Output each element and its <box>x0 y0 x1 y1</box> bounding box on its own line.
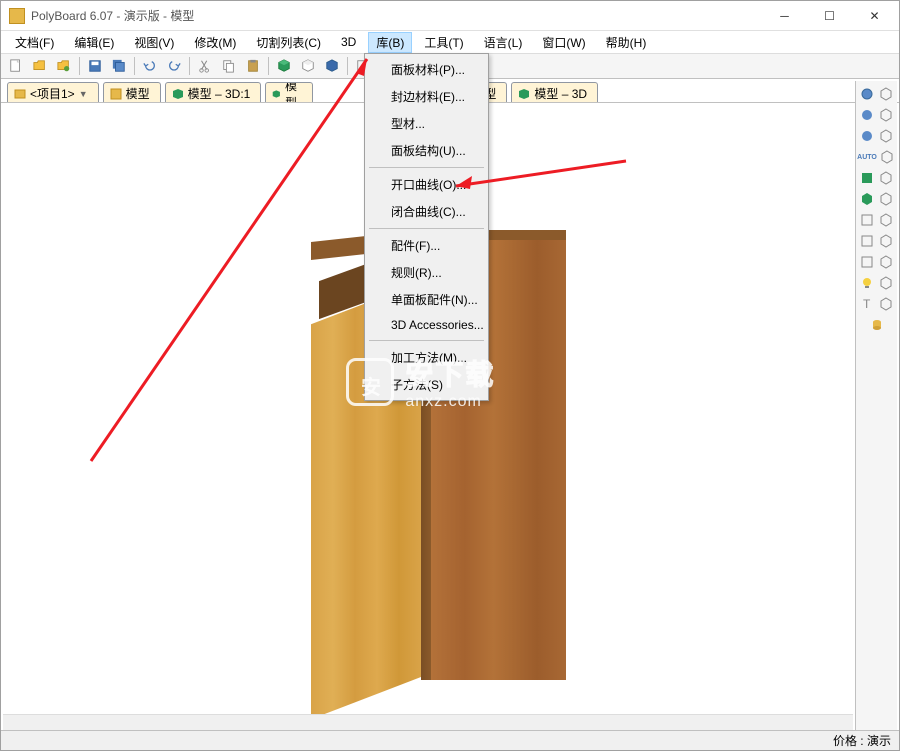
dd-fitting[interactable]: 配件(F)... <box>367 232 486 259</box>
dd-closed-curve[interactable]: 闭合曲线(C)... <box>367 198 486 225</box>
right-toolbar: AUTO T <box>855 81 897 730</box>
separator <box>189 57 190 75</box>
menu-edit[interactable]: 编辑(E) <box>66 32 122 53</box>
menu-cutlist[interactable]: 切割列表(C) <box>248 32 329 53</box>
dd-panel-material[interactable]: 面板材料(P)... <box>367 56 486 83</box>
rt-box2-icon[interactable] <box>858 232 876 250</box>
menu-tools[interactable]: 工具(T) <box>416 32 471 53</box>
dd-panel-structure[interactable]: 面板结构(U)... <box>367 137 486 164</box>
separator <box>79 57 80 75</box>
price-label: 价格 : <box>833 734 864 748</box>
cube-icon <box>518 88 530 100</box>
titlebar: PolyBoard 6.07 - 演示版 - 模型 ─ ☐ ✕ <box>1 1 899 31</box>
rt-bulb-icon[interactable] <box>858 274 876 292</box>
close-button[interactable]: ✕ <box>852 1 897 30</box>
rt-wire1-icon[interactable] <box>878 169 896 187</box>
new-button[interactable] <box>5 55 27 77</box>
menu-view[interactable]: 视图(V) <box>126 32 182 53</box>
cut-button[interactable] <box>194 55 216 77</box>
paste-button[interactable] <box>242 55 264 77</box>
copy-button[interactable] <box>218 55 240 77</box>
cube-blue-button[interactable] <box>321 55 343 77</box>
menu-window[interactable]: 窗口(W) <box>534 32 593 53</box>
redo-button[interactable] <box>163 55 185 77</box>
model-icon <box>110 88 122 100</box>
dd-single-panel[interactable]: 单面板配件(N)... <box>367 286 486 313</box>
status-price: 价格 : 演示 <box>833 732 891 749</box>
menu-file[interactable]: 文档(F) <box>7 32 62 53</box>
separator <box>369 167 484 168</box>
rt-cylinder-icon[interactable] <box>868 316 886 334</box>
menu-language[interactable]: 语言(L) <box>476 32 531 53</box>
menu-modify[interactable]: 修改(M) <box>186 32 244 53</box>
tab-project[interactable]: <项目1> ▼ <box>7 82 99 102</box>
statusbar: 价格 : 演示 <box>1 730 899 750</box>
save-button[interactable] <box>84 55 106 77</box>
rt-cube-icon[interactable] <box>878 85 896 103</box>
rt-cube3-icon[interactable] <box>878 127 896 145</box>
price-value: 演示 <box>867 734 891 748</box>
window-title: PolyBoard 6.07 - 演示版 - 模型 <box>31 7 762 24</box>
separator <box>347 57 348 75</box>
separator <box>369 340 484 341</box>
open-button[interactable] <box>29 55 51 77</box>
rt-wire7-icon[interactable] <box>878 295 896 313</box>
rt-cube2-icon[interactable] <box>878 106 896 124</box>
maximize-button[interactable]: ☐ <box>807 1 852 30</box>
tab-model-3d[interactable]: 模型 – 3D <box>511 82 598 102</box>
project-icon <box>14 88 26 100</box>
save-all-button[interactable] <box>108 55 130 77</box>
dd-rule[interactable]: 规则(R)... <box>367 259 486 286</box>
rt-wire5-icon[interactable] <box>878 253 896 271</box>
rt-box3-icon[interactable] <box>858 253 876 271</box>
menu-help[interactable]: 帮助(H) <box>598 32 655 53</box>
tab-model-1[interactable]: 模型 <box>103 82 161 102</box>
rt-globe3-icon[interactable] <box>858 127 876 145</box>
separator <box>134 57 135 75</box>
dd-machining[interactable]: 加工方法(M)... <box>367 344 486 371</box>
tab-label: 模型 – 3D <box>534 85 587 102</box>
undo-button[interactable] <box>139 55 161 77</box>
svg-text:T: T <box>863 297 871 311</box>
tab-model-3d-1[interactable]: 模型 – 3D:1 <box>165 82 262 102</box>
tab-label: 模型 – 3D:1 <box>188 85 251 102</box>
tab-label: 模型 <box>285 82 302 102</box>
separator <box>268 57 269 75</box>
rt-cube4-icon[interactable] <box>878 148 895 166</box>
rt-box1-icon[interactable] <box>858 211 876 229</box>
dd-profile[interactable]: 型材... <box>367 110 486 137</box>
rt-solid-green-icon[interactable] <box>858 169 876 187</box>
dd-submethod[interactable]: 子方法(S) <box>367 371 486 398</box>
rt-auto-icon[interactable]: AUTO <box>858 148 876 166</box>
rt-wire6-icon[interactable] <box>878 274 896 292</box>
menubar: 文档(F) 编辑(E) 视图(V) 修改(M) 切割列表(C) 3D 库(B) … <box>1 31 899 53</box>
rt-globe2-icon[interactable] <box>858 106 876 124</box>
rt-solid-green2-icon[interactable] <box>858 190 876 208</box>
app-icon <box>9 8 25 24</box>
library-dropdown: 面板材料(P)... 封边材料(E)... 型材... 面板结构(U)... 开… <box>364 53 489 401</box>
rt-globe-icon[interactable] <box>858 85 876 103</box>
rt-text-icon[interactable]: T <box>858 295 876 313</box>
horizontal-scrollbar[interactable] <box>3 714 853 730</box>
dd-open-curve[interactable]: 开口曲线(O)... <box>367 171 486 198</box>
menu-library[interactable]: 库(B) <box>368 32 412 53</box>
dd-3d-accessories[interactable]: 3D Accessories... <box>367 313 486 337</box>
dd-edge-material[interactable]: 封边材料(E)... <box>367 83 486 110</box>
rt-wire3-icon[interactable] <box>878 211 896 229</box>
cube-white-button[interactable] <box>297 55 319 77</box>
cube-icon <box>172 88 184 100</box>
tab-label: 模型 <box>126 85 150 102</box>
minimize-button[interactable]: ─ <box>762 1 807 30</box>
rt-wire2-icon[interactable] <box>878 190 896 208</box>
separator <box>369 228 484 229</box>
menu-3d[interactable]: 3D <box>333 33 364 51</box>
tab-label: <项目1> <box>30 85 75 102</box>
tab-model-partial[interactable]: 模型 <box>265 82 313 102</box>
cube-green-button[interactable] <box>273 55 295 77</box>
rt-wire4-icon[interactable] <box>878 232 896 250</box>
open2-button[interactable] <box>53 55 75 77</box>
cube-icon <box>272 88 281 100</box>
